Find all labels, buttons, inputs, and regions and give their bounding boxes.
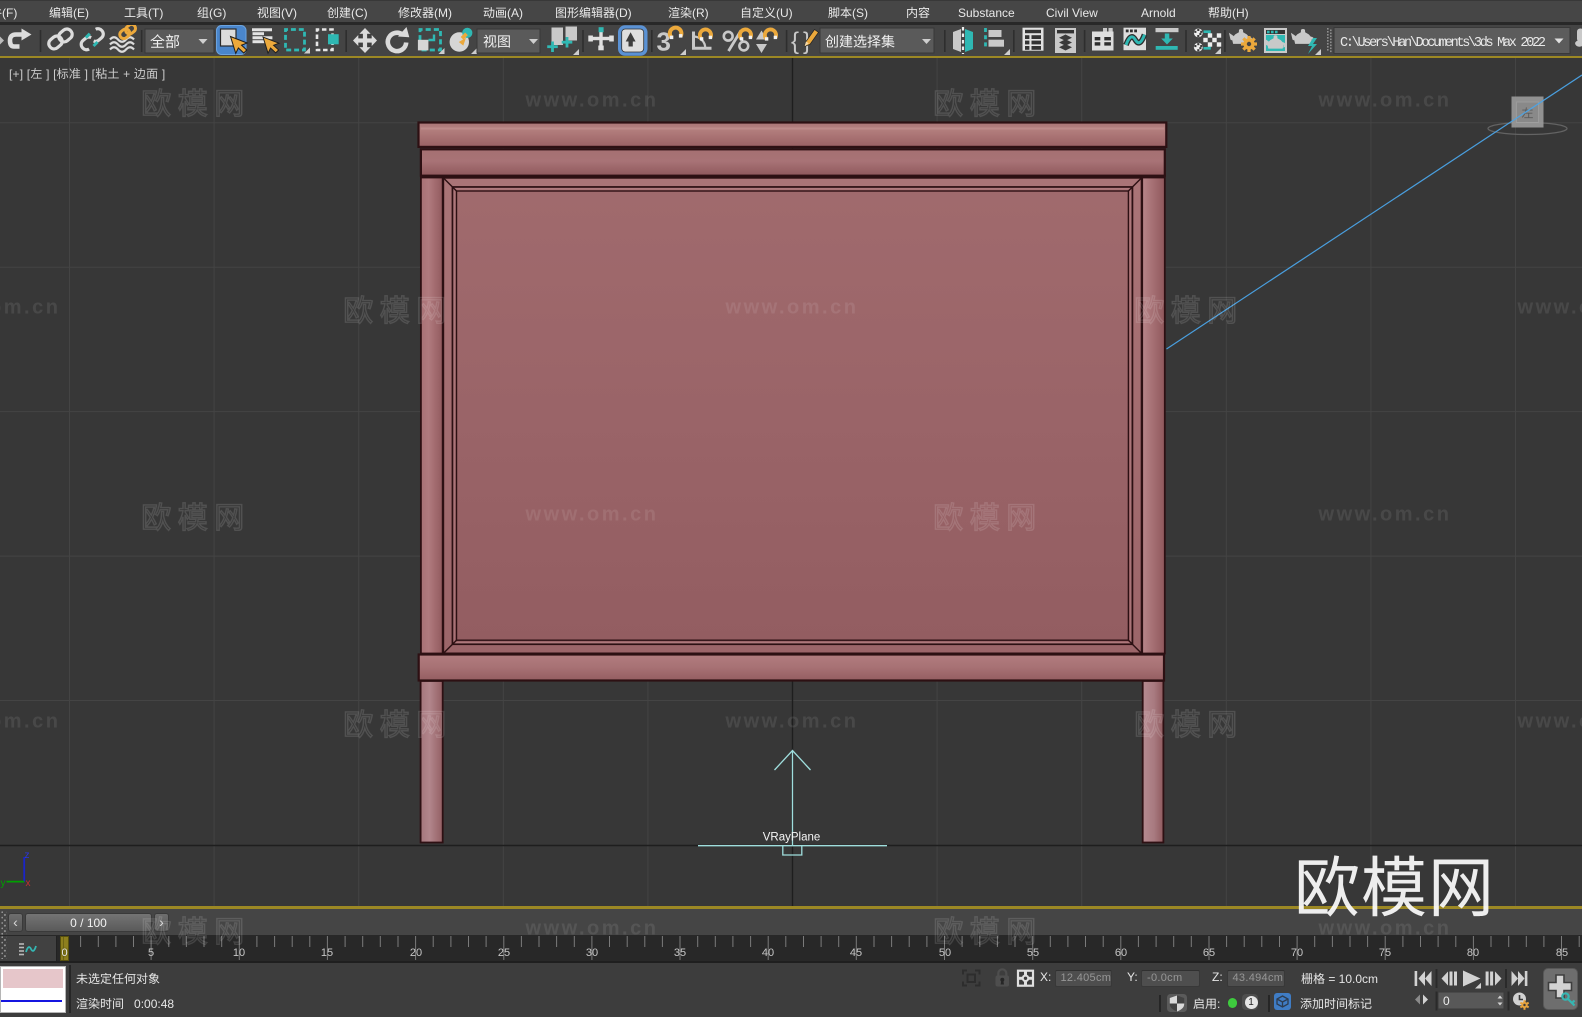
svg-text:z: z [25,850,30,861]
svg-text:创建选择集: 创建选择集 [825,32,895,52]
svg-text:0: 0 [1443,994,1450,1008]
svg-text:{: { [791,28,799,55]
svg-text:全部: 全部 [150,31,180,52]
svg-text:C:\Users\Han\Documents\3ds Max: C:\Users\Han\Documents\3ds Max 2022 [1340,36,1546,51]
svg-text:x: x [26,878,31,889]
svg-text:视图: 视图 [483,32,511,52]
svg-text:VRayPlane: VRayPlane [763,832,821,844]
svg-text:y: y [1,878,6,889]
